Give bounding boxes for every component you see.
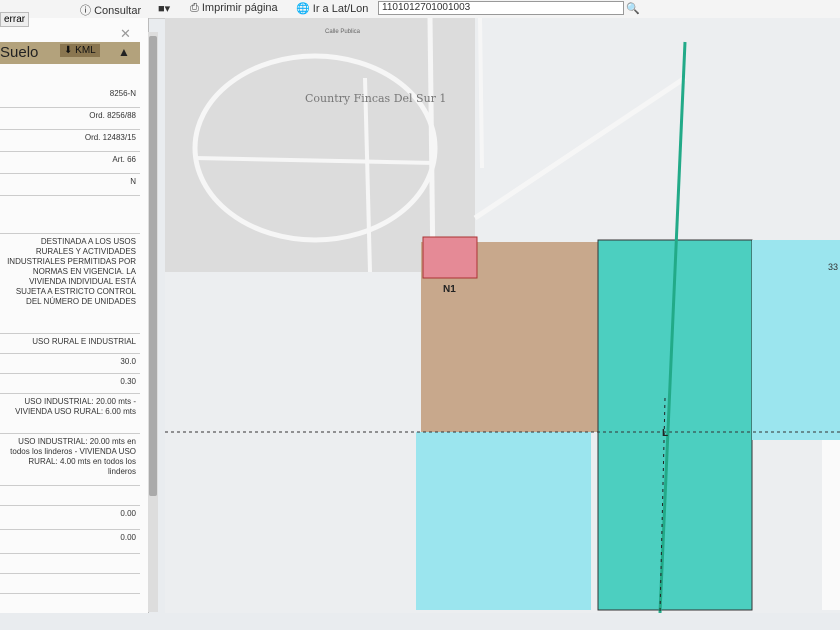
zone-white: [822, 440, 840, 610]
map-view[interactable]: Calle Publica Country Fincas Del Sur 1 N…: [165, 17, 840, 614]
street: [427, 17, 436, 273]
cerrar-button[interactable]: errar: [0, 12, 30, 27]
consultar-label: Consultar: [94, 5, 142, 17]
list-item: 0.00: [0, 506, 140, 530]
close-icon[interactable]: ✕: [120, 26, 131, 42]
zone-cyan[interactable]: [416, 432, 591, 610]
scrollbar-thumb[interactable]: [149, 36, 157, 496]
list-item: [0, 554, 140, 574]
toolbar: ⓘ Consultar ■▾ ⎙ Imprimir página 🌐 Ir a …: [0, 0, 840, 19]
list-item: Ord. 12483/15: [0, 130, 140, 152]
list-item: [0, 574, 140, 594]
zone-33-label: 33: [828, 262, 838, 272]
list-item: USO RURAL E INDUSTRIAL: [0, 334, 140, 354]
list-item: Art. 66: [0, 152, 140, 174]
neighborhood-label: Country Fincas Del Sur 1: [305, 92, 446, 105]
search-icon[interactable]: 🔍: [626, 2, 640, 15]
consultar-button[interactable]: ⓘ Consultar: [80, 2, 141, 18]
panel-title: Suelo: [0, 44, 39, 61]
goto-latlon-button[interactable]: 🌐 Ir a Lat/Lon: [296, 2, 368, 15]
list-item: USO INDUSTRIAL: 20.00 mts - VIVIENDA USO…: [0, 394, 140, 434]
panel-header: Suelo ⬇ KML ▲: [0, 42, 140, 64]
attribute-list: 8256-N Ord. 8256/88 Ord. 12483/15 Art. 6…: [0, 86, 140, 594]
select-tool-icon[interactable]: ■▾: [158, 2, 170, 15]
list-item: 0.00: [0, 530, 140, 554]
zone-cyan-east[interactable]: [752, 240, 840, 440]
print-button[interactable]: ⎙ Imprimir página: [190, 2, 278, 15]
map-canvas[interactable]: Calle Publica Country Fincas Del Sur 1 N…: [165, 17, 840, 614]
list-item: 0.30: [0, 374, 140, 394]
list-item: USO INDUSTRIAL: 20.00 mts en todos los l…: [0, 434, 140, 486]
street-label: Calle Publica: [325, 29, 361, 35]
list-item: 30.0: [0, 354, 140, 374]
collapse-icon[interactable]: ▲: [118, 45, 130, 59]
latlon-label: Ir a Lat/Lon: [312, 3, 369, 15]
zone-n1[interactable]: [422, 236, 478, 279]
kml-label: KML: [75, 45, 96, 56]
list-item: 8256-N: [0, 86, 140, 108]
list-item: Ord. 8256/88: [0, 108, 140, 130]
street: [478, 17, 484, 169]
list-item: [0, 196, 140, 234]
search-input[interactable]: 1101012701001003: [378, 1, 624, 15]
list-item: DESTINADA A LOS USOS RURALES Y ACTIVIDAD…: [0, 234, 140, 334]
zone-n1-label: N1: [443, 284, 456, 295]
list-item: N: [0, 174, 140, 196]
print-label: Imprimir página: [201, 2, 278, 14]
kml-download-button[interactable]: ⬇ KML: [60, 44, 100, 57]
zone-l-label: L: [662, 428, 668, 439]
list-item: [0, 486, 140, 506]
